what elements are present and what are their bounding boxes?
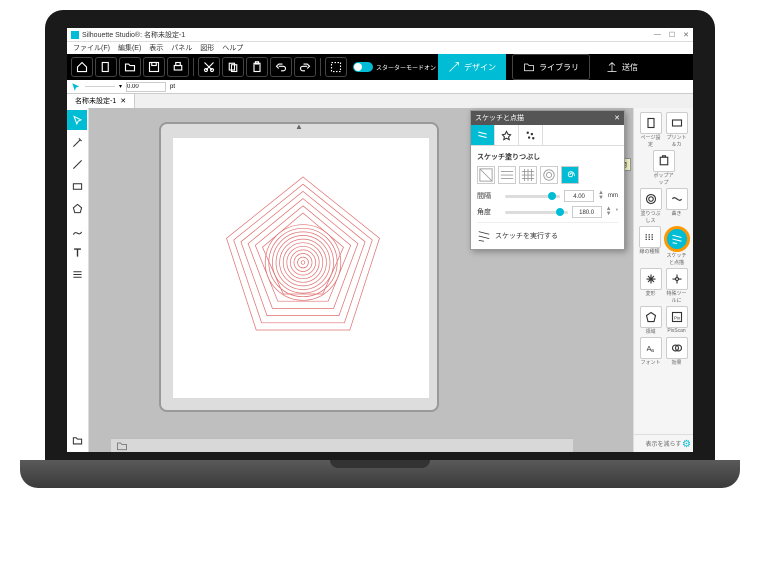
- gear-icon[interactable]: ⚙: [682, 439, 691, 450]
- effects-button[interactable]: [666, 337, 688, 359]
- folder-icon[interactable]: [115, 440, 129, 452]
- app-icon: [71, 31, 79, 39]
- select-tool[interactable]: [67, 110, 87, 130]
- toggle-switch-icon: [353, 62, 373, 72]
- open-button[interactable]: [119, 57, 141, 77]
- paste-button[interactable]: [246, 57, 268, 77]
- freehand-tool[interactable]: [67, 220, 87, 240]
- fill-style-button[interactable]: [640, 188, 662, 210]
- mat-outline: ▲: [159, 122, 439, 412]
- menu-panel[interactable]: パネル: [171, 43, 192, 53]
- close-button[interactable]: ✕: [683, 31, 689, 39]
- tab-library[interactable]: ライブラリ: [512, 54, 590, 80]
- font-button[interactable]: Aa: [640, 337, 662, 359]
- undo-button[interactable]: [270, 57, 292, 77]
- spacing-label: 間隔: [477, 191, 501, 201]
- fill-lines[interactable]: [498, 166, 516, 184]
- settings-tool[interactable]: [67, 264, 87, 284]
- panel-title: スケッチと点描: [475, 113, 524, 123]
- menu-bar: ファイル(F) 編集(E) 表示 パネル 図形 ヘルプ: [67, 42, 693, 54]
- menu-view[interactable]: 表示: [149, 43, 163, 53]
- panel-tab-star[interactable]: [495, 125, 519, 145]
- fill-concentric[interactable]: [540, 166, 558, 184]
- execute-icon: [477, 229, 491, 243]
- starter-mode-toggle[interactable]: スターターモードオン: [353, 62, 436, 72]
- options-bar: ————— ▾ pt: [67, 80, 693, 94]
- left-toolbar: [67, 108, 89, 452]
- document-tab[interactable]: 名称未設定-1 ✕: [67, 94, 135, 108]
- redo-button[interactable]: [294, 57, 316, 77]
- line-style-button[interactable]: [639, 226, 661, 248]
- svg-text:a: a: [651, 348, 654, 354]
- page-setup-button[interactable]: [640, 112, 662, 134]
- print-button[interactable]: [167, 57, 189, 77]
- angle-label: 角度: [477, 207, 501, 217]
- home-button[interactable]: [71, 57, 93, 77]
- execute-sketch-button[interactable]: スケッチを実行する: [495, 231, 558, 241]
- menu-file[interactable]: ファイル(F): [73, 43, 110, 53]
- fill-section-title: スケッチ塗りつぶし: [477, 152, 618, 162]
- fill-spiral[interactable]: [561, 166, 579, 184]
- sketch-stipple-button[interactable]: [664, 226, 690, 252]
- edit-points-tool[interactable]: [67, 132, 87, 152]
- spacing-slider[interactable]: [505, 195, 560, 198]
- pentagon-spiral-shape[interactable]: [213, 168, 393, 348]
- new-button[interactable]: [95, 57, 117, 77]
- text-tool[interactable]: [67, 242, 87, 262]
- copy-button[interactable]: [222, 57, 244, 77]
- tab-send[interactable]: 送信: [596, 54, 648, 80]
- tab-design[interactable]: デザイン: [438, 54, 506, 80]
- status-bar: [111, 438, 573, 452]
- stroke-unit: pt: [170, 84, 175, 90]
- region-button[interactable]: [640, 306, 662, 328]
- menu-shape[interactable]: 図形: [200, 43, 214, 53]
- cut-button[interactable]: [198, 57, 220, 77]
- fill-none[interactable]: [477, 166, 495, 184]
- window-title: Silhouette Studio®: 名称未設定-1: [82, 30, 185, 40]
- stroke-button[interactable]: [666, 188, 688, 210]
- rectangle-tool[interactable]: [67, 176, 87, 196]
- toggle-label: スターターモードオン: [376, 63, 436, 72]
- stroke-width-input[interactable]: [126, 82, 166, 92]
- panel-tab-sketch[interactable]: [471, 125, 495, 145]
- library-folder-button[interactable]: [67, 430, 87, 450]
- menu-help[interactable]: ヘルプ: [222, 43, 243, 53]
- window-titlebar: Silhouette Studio®: 名称未設定-1 — ☐ ✕: [67, 28, 693, 42]
- sketch-panel: スケッチと点描 ✕ スケッチ塗りつぶし 間隔 4.00 ▲▼ mm 角度 180…: [470, 110, 625, 250]
- select-mode-button[interactable]: [325, 57, 347, 77]
- artboard: [173, 138, 429, 398]
- right-panel-dock: ページ設定 プリント＆カ ポップアップ 塗りつぶしス 曲き 線の種: [633, 108, 693, 452]
- main-toolbar: スターターモードオン デザイン ライブラリ 送信: [67, 54, 693, 80]
- pixscan-button[interactable]: Pix: [666, 306, 688, 328]
- print-cut-button[interactable]: [666, 112, 688, 134]
- fill-crosshatch[interactable]: [519, 166, 537, 184]
- minimize-button[interactable]: —: [654, 31, 661, 39]
- polygon-tool[interactable]: [67, 198, 87, 218]
- spacing-value[interactable]: 4.00: [564, 190, 594, 202]
- laptop-base: [20, 460, 740, 488]
- angle-value[interactable]: 180.0: [572, 206, 602, 218]
- panel-close-icon[interactable]: ✕: [614, 114, 620, 122]
- popup-button[interactable]: [653, 150, 675, 172]
- cursor-icon: [71, 82, 81, 92]
- angle-slider[interactable]: [505, 211, 568, 214]
- close-tab-icon[interactable]: ✕: [120, 97, 126, 105]
- menu-edit[interactable]: 編集(E): [118, 43, 141, 53]
- mat-arrow-icon: ▲: [295, 122, 303, 131]
- line-tool[interactable]: [67, 154, 87, 174]
- transform-button[interactable]: [640, 268, 662, 290]
- svg-text:Pix: Pix: [674, 315, 681, 320]
- panel-tab-stipple[interactable]: [519, 125, 543, 145]
- maximize-button[interactable]: ☐: [669, 31, 675, 39]
- special-tools-button[interactable]: [666, 268, 688, 290]
- document-tabs: 名称未設定-1 ✕: [67, 94, 693, 108]
- save-button[interactable]: [143, 57, 165, 77]
